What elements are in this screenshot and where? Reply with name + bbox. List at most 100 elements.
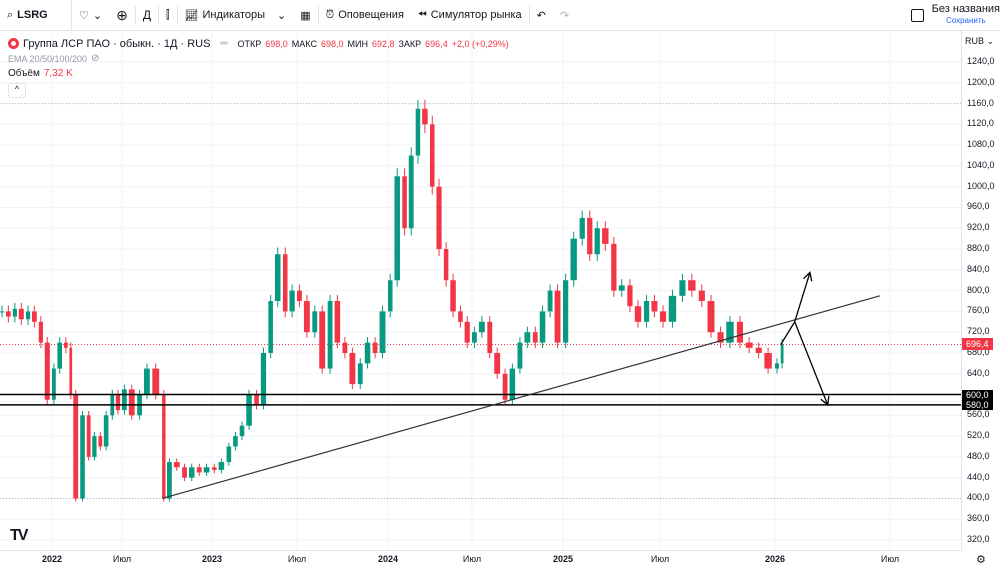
time-tick-label: 2024 (377, 554, 399, 564)
candle (707, 301, 715, 333)
candle (115, 394, 121, 411)
time-tick-label: Июл (287, 554, 307, 564)
candle (297, 290, 302, 302)
price-tick-label: 480,0 (967, 450, 990, 461)
candle (334, 301, 341, 343)
candle (63, 342, 68, 348)
candle (282, 254, 288, 312)
candle (349, 352, 356, 385)
time-tick-label: Июл (112, 554, 132, 564)
candle (422, 108, 428, 125)
redo-button[interactable]: ↷ (553, 0, 576, 31)
candle (547, 290, 553, 312)
candle (167, 462, 172, 499)
settings-gear-icon[interactable]: ⚙ (976, 553, 986, 566)
candle (319, 311, 326, 369)
candle (502, 373, 508, 400)
candle (478, 321, 485, 333)
candle (780, 344, 784, 364)
candle (289, 290, 295, 312)
candle (364, 342, 371, 364)
price-tick-label: 960,0 (967, 201, 990, 212)
level-price-label: 580,0 (962, 399, 993, 410)
layout-checkbox[interactable] (910, 8, 924, 22)
candle (554, 290, 561, 343)
candle (327, 301, 333, 369)
interval-button[interactable]: Д (136, 0, 158, 31)
candle (69, 347, 73, 395)
candle (268, 301, 273, 353)
candle (415, 108, 421, 156)
candle (563, 280, 569, 343)
diamond-icon: ♡ (79, 9, 89, 22)
price-tick-label: 360,0 (967, 513, 990, 524)
layout-name[interactable]: Без названия (932, 4, 1000, 15)
chart-type-button[interactable]: ⫿ (159, 0, 177, 31)
candle (388, 280, 393, 312)
candle (587, 217, 593, 255)
candle (103, 415, 109, 447)
time-tick-label: 2023 (201, 554, 223, 564)
price-tick-label: 840,0 (967, 263, 990, 274)
tradingview-logo: TV (10, 527, 29, 544)
compare-button[interactable]: ⊕ (109, 0, 135, 31)
candle (394, 176, 400, 281)
time-tick-label: Июл (650, 554, 670, 564)
candle (144, 368, 150, 395)
symbol-search[interactable]: ⌕ LSRG (0, 0, 72, 31)
up-arrow (780, 272, 811, 346)
price-axis[interactable]: RUB ⌄ ⚙ 1240,0 1200,0 1160,0 1120,0 1080,0 10… (961, 31, 1000, 566)
favorites-button[interactable]: ♡ ⌄ (72, 0, 109, 31)
alerts-button[interactable]: ⏰︎ Оповещения (319, 0, 411, 31)
currency-selector[interactable]: RUB ⌄ (965, 36, 994, 47)
candle (18, 308, 24, 320)
volume-label: Объём (8, 68, 40, 79)
candle (218, 462, 225, 470)
candle (668, 295, 677, 322)
candle (342, 342, 348, 353)
indicators-button[interactable]: 📈︎ Индикаторы ⌄ (178, 0, 294, 31)
price-tick-label: 400,0 (967, 492, 990, 503)
level-price-label: 600,0 (962, 389, 993, 400)
price-tick-label: 920,0 (967, 222, 990, 233)
chart-legend: Группа ЛСР ПАО · обыкн. · 1Д · RUS ═ ОТК… (8, 36, 509, 98)
time-axis[interactable]: 2022 Июл 2023 Июл 2024 Июл 2025 Июл 2026 Июл (0, 550, 961, 569)
templates-button[interactable]: ▦ (293, 0, 317, 31)
candle (226, 446, 232, 463)
candle (12, 308, 17, 317)
time-tick-label: 2026 (764, 554, 786, 564)
candle (634, 306, 642, 322)
candle (57, 342, 63, 369)
ema-indicator-label[interactable]: EMA 20/50/100/200 (8, 54, 87, 64)
candle (26, 311, 31, 320)
candle (31, 311, 37, 322)
candle (402, 176, 407, 229)
candle (755, 347, 762, 353)
grid-icon: ▦ (300, 9, 311, 22)
time-tick-label: Июл (880, 554, 900, 564)
symbol-title: Группа ЛСР ПАО · обыкн. · 1Д · RUS (23, 37, 211, 50)
candle (679, 280, 686, 296)
price-tick-label: 880,0 (967, 243, 990, 254)
candle (602, 228, 609, 244)
candle (443, 249, 449, 281)
price-tick-label: 640,0 (967, 367, 990, 378)
candle (736, 321, 743, 343)
undo-button[interactable]: ↶ (530, 0, 553, 31)
collapse-icon[interactable]: ═ (220, 38, 227, 49)
save-button[interactable]: Сохранить (932, 15, 1000, 26)
candle (688, 280, 696, 291)
candle (233, 436, 238, 447)
collapse-legend-button[interactable]: ^ (8, 83, 26, 98)
price-tick-label: 1200,0 (967, 76, 995, 87)
hidden-eye-icon[interactable]: ⊘ (91, 53, 99, 64)
candle (182, 467, 187, 478)
candle (379, 311, 386, 353)
candle (618, 285, 625, 291)
brand-logo-icon (8, 38, 19, 49)
price-chart[interactable] (0, 31, 961, 550)
replay-button[interactable]: ⏪︎ Симулятор рынка (411, 0, 529, 31)
candle (487, 321, 493, 353)
candle (38, 321, 43, 343)
candle (464, 321, 470, 343)
